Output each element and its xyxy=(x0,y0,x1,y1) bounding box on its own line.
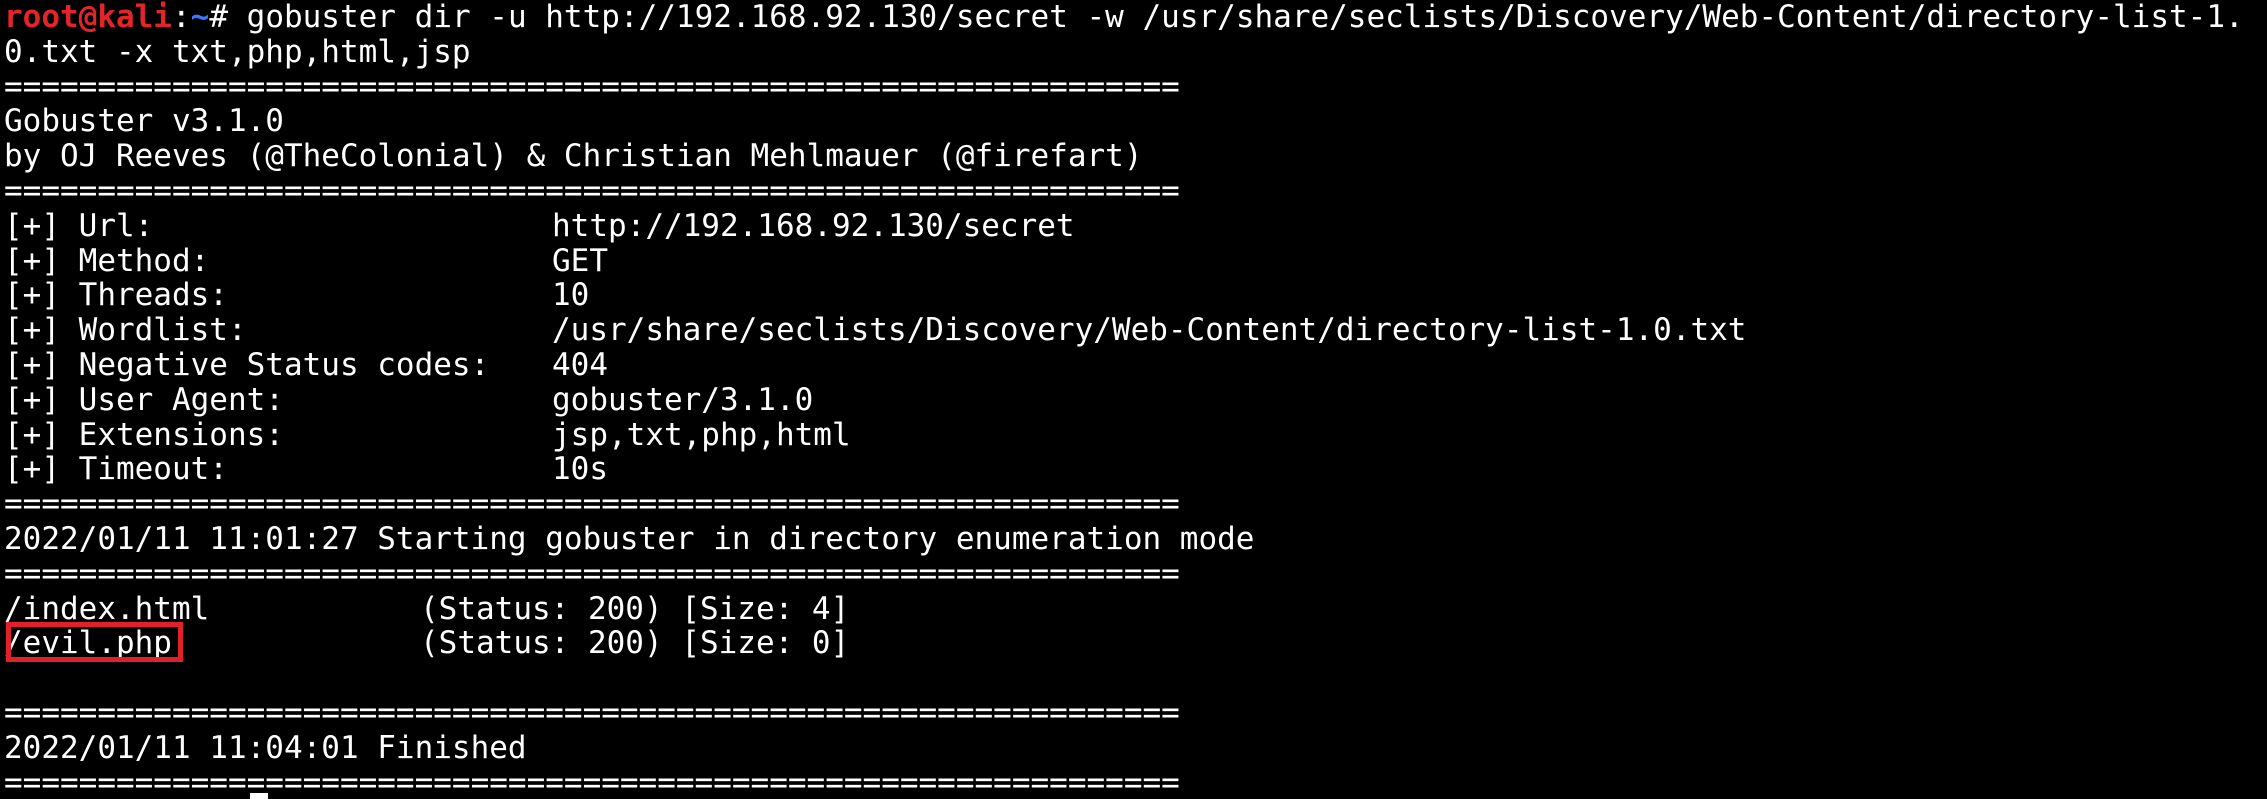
result-status: (Status: 200) [Size: 0] xyxy=(420,625,850,662)
prompt-hash: # xyxy=(209,0,247,35)
command-line-1: root@kali:~# gobuster dir -u http://192.… xyxy=(0,0,2267,35)
config-row-threads: [+] Threads: 10 xyxy=(0,278,2267,313)
separator-6: ========================================… xyxy=(4,764,1180,799)
result-status: (Status: 200) [Size: 4] xyxy=(420,590,850,627)
config-row-url: [+] Url: http://192.168.92.130/secret xyxy=(0,207,2267,244)
config-value: http://192.168.92.130/secret xyxy=(552,207,1075,244)
prompt-colon: : xyxy=(171,0,191,35)
config-row-extensions: [+] Extensions: jsp,txt,php,html xyxy=(0,416,2267,453)
command-line-2: 0.txt -x txt,php,html,jsp xyxy=(4,33,471,70)
config-key: [+] Url: xyxy=(4,207,154,244)
config-key: [+] Timeout: xyxy=(4,451,228,488)
banner-title: Gobuster v3.1.0 xyxy=(4,103,284,140)
config-value: 10s xyxy=(552,451,608,488)
config-row-timeout: [+] Timeout: 10s xyxy=(0,452,2267,487)
config-key: [+] Extensions: xyxy=(4,416,284,453)
result-row-highlighted: /evil.php (Status: 200) [Size: 0] xyxy=(0,622,2267,663)
terminal-cursor xyxy=(250,793,268,799)
config-value: jsp,txt,php,html xyxy=(552,416,851,453)
config-value: 404 xyxy=(552,346,608,383)
separator-1: ========================================… xyxy=(4,68,1180,105)
config-key: [+] Threads: xyxy=(4,277,228,314)
config-value: GET xyxy=(552,242,608,279)
config-row-method: [+] Method: GET xyxy=(0,242,2267,279)
start-message: 2022/01/11 11:01:27 Starting gobuster in… xyxy=(4,520,1255,557)
config-row-wordlist: [+] Wordlist: /usr/share/seclists/Discove… xyxy=(0,313,2267,348)
separator-3: ========================================… xyxy=(4,486,1180,523)
separator-5: ========================================… xyxy=(4,694,1180,731)
config-row-negative-status: [+] Negative Status codes: 404 xyxy=(0,348,2267,383)
config-key: [+] Wordlist: xyxy=(4,312,247,349)
finish-message: 2022/01/11 11:04:01 Finished xyxy=(4,729,527,766)
result-path-highlighted[interactable]: /evil.php xyxy=(4,622,420,663)
command-text-1: gobuster dir -u http://192.168.92.130/se… xyxy=(246,0,2244,35)
separator-2: ========================================… xyxy=(4,172,1180,209)
prompt-path: ~ xyxy=(190,0,210,35)
config-key: [+] Negative Status codes: xyxy=(4,346,490,383)
result-row: /index.html (Status: 200) [Size: 4] xyxy=(0,590,2267,627)
config-value: 10 xyxy=(552,277,590,314)
config-value: gobuster/3.1.0 xyxy=(552,381,814,418)
config-value: /usr/share/seclists/Discovery/Web-Conten… xyxy=(552,312,1747,349)
prompt-user-host: root@kali xyxy=(4,0,172,35)
separator-4: ========================================… xyxy=(4,555,1180,592)
config-key: [+] User Agent: xyxy=(4,381,284,418)
banner-authors: by OJ Reeves (@TheColonial) & Christian … xyxy=(4,138,1143,175)
result-path[interactable]: /index.html xyxy=(4,591,420,627)
result-path-text: /evil.php xyxy=(4,625,172,662)
config-key: [+] Method: xyxy=(4,242,210,279)
terminal-window[interactable]: root@kali:~# gobuster dir -u http://192.… xyxy=(0,0,2267,799)
config-row-user-agent: [+] User Agent: gobuster/3.1.0 xyxy=(0,381,2267,418)
